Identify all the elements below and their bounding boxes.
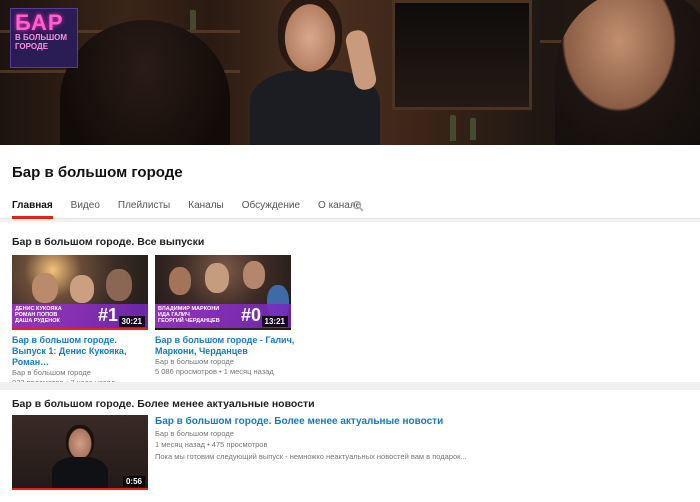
tab-videos[interactable]: Видео [71, 200, 100, 219]
logo-small-text: В БОЛЬШОМ ГОРОДЕ [15, 33, 68, 51]
thumbnail-episode-number: #1 [97, 305, 118, 325]
video-title[interactable]: Бар в большом городе. Более менее актуал… [155, 415, 495, 428]
channel-title: Бар в большом городе [12, 164, 183, 181]
video-duration: 0:56 [122, 476, 145, 487]
tab-playlists[interactable]: Плейлисты [118, 200, 170, 219]
video-duration: 30:21 [118, 316, 145, 327]
banner-bottle [470, 118, 476, 140]
video-row[interactable]: 0:56 Бар в большом городе. Более менее а… [12, 415, 692, 495]
tab-channels[interactable]: Каналы [188, 200, 224, 219]
watch-progress-bar [12, 488, 148, 490]
banner-person-left [60, 20, 230, 145]
channel-header: Бар в большом городе Главная Видео Плейл… [0, 145, 700, 219]
section-title-news[interactable]: Бар в большом городе. Более менее актуал… [12, 398, 315, 410]
video-stats: 5 086 просмотров • 1 месяц назад [155, 367, 274, 376]
search-icon[interactable] [352, 200, 364, 212]
channel-logo[interactable]: БАР В БОЛЬШОМ ГОРОДЕ [10, 8, 78, 68]
thumbnail-guest-names: ВЛАДИМИР МАРКОНИ ИДА ГАЛИЧ ГЕОРГИЙ ЧЕРДА… [158, 306, 220, 324]
video-description: Пока мы готовим следующий выпуск - немно… [155, 452, 467, 461]
tab-home[interactable]: Главная [12, 200, 53, 219]
video-card[interactable]: ВЛАДИМИР МАРКОНИ ИДА ГАЛИЧ ГЕОРГИЙ ЧЕРДА… [155, 255, 295, 377]
section-divider [0, 382, 700, 390]
video-info: Бар в большом городе. Более менее актуал… [155, 415, 495, 462]
section-title-all-episodes[interactable]: Бар в большом городе. Все выпуски [12, 236, 204, 248]
thumbnail-episode-number: #0 [240, 305, 261, 325]
tab-discussion[interactable]: Обсуждение [242, 200, 300, 219]
banner-bottle [450, 115, 456, 141]
video-card[interactable]: ДЕНИС КУКОЯКА РОМАН ПОПОВ ДАША РУДЕНОК #… [12, 255, 152, 388]
video-stats: 1 месяц назад • 475 просмотров [155, 440, 268, 449]
channel-content: Бар в большом городе. Все выпуски ДЕНИС … [0, 222, 700, 502]
watch-progress-bar [12, 328, 148, 330]
channel-tabs: Главная Видео Плейлисты Каналы Обсуждени… [12, 200, 379, 219]
video-duration: 13:21 [261, 316, 288, 327]
video-title[interactable]: Бар в большом городе. Выпуск 1: Денис Ку… [12, 335, 152, 368]
video-channel[interactable]: Бар в большом городе [155, 357, 295, 367]
banner-cabinet [392, 0, 532, 110]
video-thumbnail[interactable]: ДЕНИС КУКОЯКА РОМАН ПОПОВ ДАША РУДЕНОК #… [12, 255, 148, 330]
video-thumbnail[interactable]: 0:56 [12, 415, 148, 490]
channel-banner: БАР В БОЛЬШОМ ГОРОДЕ [0, 0, 700, 145]
banner-person-center [250, 0, 380, 145]
video-channel[interactable]: Бар в большом городе [155, 428, 495, 439]
logo-big-text: БАР [15, 10, 64, 35]
video-channel[interactable]: Бар в большом городе [12, 368, 152, 378]
thumbnail-guest-names: ДЕНИС КУКОЯКА РОМАН ПОПОВ ДАША РУДЕНОК [15, 306, 62, 324]
video-title[interactable]: Бар в большом городе - Галич, Маркони, Ч… [155, 335, 295, 357]
video-thumbnail[interactable]: ВЛАДИМИР МАРКОНИ ИДА ГАЛИЧ ГЕОРГИЙ ЧЕРДА… [155, 255, 291, 330]
banner-person-right [555, 0, 700, 145]
banner-bottle [190, 10, 196, 30]
